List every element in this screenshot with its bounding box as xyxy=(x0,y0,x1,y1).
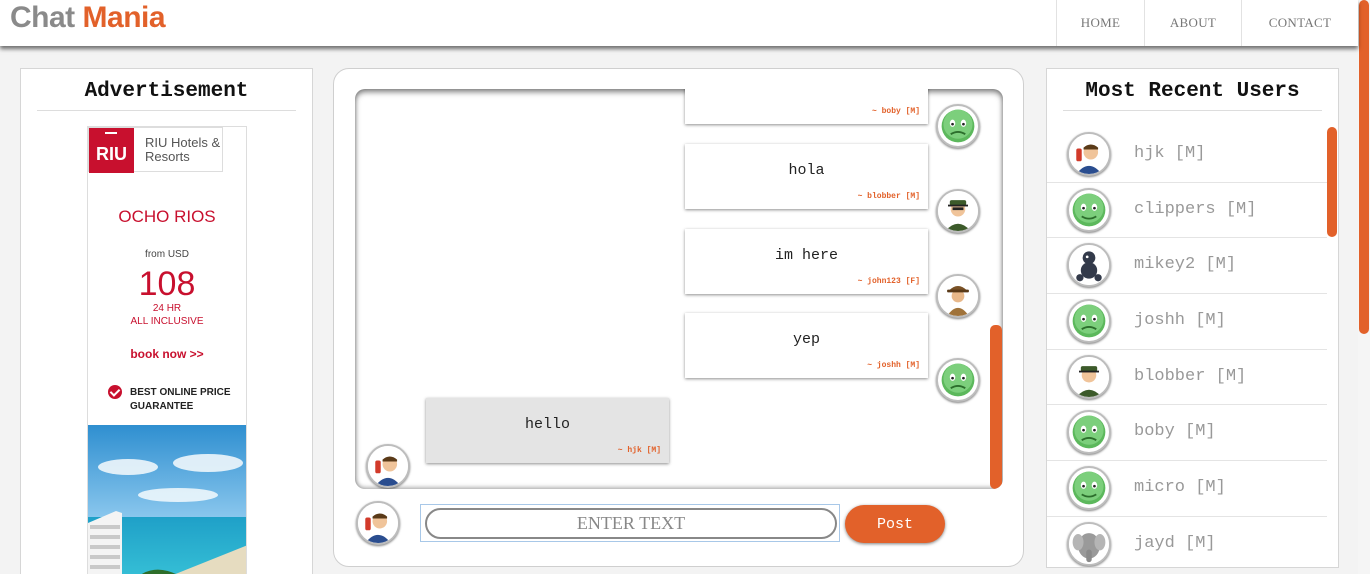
user-name: boby [M] xyxy=(1134,422,1216,442)
ad-book-now-link[interactable]: book now >> xyxy=(88,347,246,361)
green-smiley-icon[interactable] xyxy=(936,358,980,402)
green-smiley-icon xyxy=(1067,299,1111,344)
user-list-item[interactable]: boby [M] xyxy=(1047,405,1327,462)
elephant-icon xyxy=(1067,521,1111,566)
chat-text-input[interactable] xyxy=(425,508,837,539)
user-name: clippers [M] xyxy=(1134,199,1257,219)
site-logo[interactable]: Chat Mania xyxy=(10,1,166,35)
main-nav: HOME ABOUT CONTACT xyxy=(1056,0,1358,46)
ad-price: 108 xyxy=(138,265,196,303)
message-text: im here xyxy=(774,247,838,264)
nav-contact-link[interactable]: CONTACT xyxy=(1241,0,1358,46)
detective-icon[interactable] xyxy=(936,274,980,318)
user-name: hjk [M] xyxy=(1134,144,1206,163)
page-scrollbar-thumb[interactable] xyxy=(1359,0,1369,334)
green-smiley-icon xyxy=(1067,410,1111,455)
message-text: hola xyxy=(788,162,825,179)
message-author: ~ hjk [M] xyxy=(617,446,661,455)
recent-users-panel: Most Recent Users hjk [M] clippers [M] m… xyxy=(1046,68,1339,568)
chat-message: hello ~ hjk [M] xyxy=(426,398,669,463)
businessman-phone-icon xyxy=(1067,132,1111,176)
chat-messages-area[interactable]: ~ boby [M] hola ~ blobber [M] im here ~ … xyxy=(355,89,1003,489)
ad-city: OCHO RIOS xyxy=(118,207,216,226)
ad-hours: 24 HR xyxy=(152,303,182,314)
businessman-phone-icon xyxy=(356,501,400,545)
user-name: mikey2 [M] xyxy=(1134,255,1237,275)
message-author: ~ boby [M] xyxy=(871,107,920,116)
user-list-item[interactable]: clippers [M] xyxy=(1047,183,1327,239)
chat-scrollbar-thumb[interactable] xyxy=(990,325,1002,489)
green-smiley-icon xyxy=(1067,466,1111,511)
riu-logo: RIU xyxy=(89,128,134,173)
ad-guarantee: BEST ONLINE PRICE GUARANTEE xyxy=(130,387,231,412)
divider xyxy=(1063,110,1322,111)
post-button[interactable]: Post xyxy=(845,505,945,543)
green-smiley-icon[interactable] xyxy=(936,104,980,148)
user-list-item[interactable]: joshh [M] xyxy=(1047,294,1327,350)
nav-home-link[interactable]: HOME xyxy=(1056,0,1144,46)
user-list-item[interactable]: micro [M] xyxy=(1047,461,1327,517)
chat-message: im here ~ john123 [F] xyxy=(685,229,928,294)
user-name: micro [M] xyxy=(1134,478,1226,498)
ad-from-label: from USD xyxy=(145,249,189,260)
users-list[interactable]: hjk [M] clippers [M] mikey2 [M] joshh [M… xyxy=(1047,127,1327,567)
chat-panel: ~ boby [M] hola ~ blobber [M] im here ~ … xyxy=(333,68,1024,567)
user-name: blobber [M] xyxy=(1134,366,1247,386)
user-name: joshh [M] xyxy=(1134,311,1226,331)
green-smiley-icon xyxy=(1067,187,1111,232)
users-scrollbar-thumb[interactable] xyxy=(1327,127,1337,237)
checkmark-icon xyxy=(108,385,122,399)
user-list-item[interactable]: blobber [M] xyxy=(1047,350,1327,406)
poodle-icon xyxy=(1067,243,1111,288)
officer-icon[interactable] xyxy=(936,189,980,233)
ad-beach-photo xyxy=(88,425,246,574)
crown-icon xyxy=(105,132,117,138)
user-list-item[interactable]: hjk [M] xyxy=(1047,127,1327,183)
riu-logo-text: RIU xyxy=(96,144,127,164)
message-author: ~ blobber [M] xyxy=(857,192,920,201)
user-name: jayd [M] xyxy=(1134,533,1216,553)
top-header: Chat Mania HOME ABOUT CONTACT xyxy=(0,0,1358,46)
businessman-phone-icon[interactable] xyxy=(366,444,410,488)
recent-users-title: Most Recent Users xyxy=(1085,80,1300,103)
message-author: ~ joshh [M] xyxy=(867,361,920,370)
ad-brand-name: RIU Hotels & Resorts xyxy=(145,135,221,164)
chat-input-wrapper xyxy=(420,504,840,542)
logo-text-chat: Chat xyxy=(10,1,75,34)
chat-message: ~ boby [M] xyxy=(685,89,928,124)
chat-message: hola ~ blobber [M] xyxy=(685,144,928,209)
nav-about-link[interactable]: ABOUT xyxy=(1144,0,1241,46)
logo-text-mania: Mania xyxy=(82,1,166,34)
user-list-item[interactable]: mikey2 [M] xyxy=(1047,238,1327,295)
ad-banner[interactable]: RIU RIU Hotels & Resorts OCHO RIOS from … xyxy=(87,126,247,574)
user-list-item[interactable]: jayd [M] xyxy=(1047,517,1327,567)
advertisement-panel: Advertisement RIU RIU Hotels & Resorts O… xyxy=(20,68,313,574)
page-scrollbar[interactable] xyxy=(1358,0,1370,574)
advertisement-title: Advertisement xyxy=(84,80,249,103)
ad-brand-row: RIU RIU Hotels & Resorts xyxy=(88,127,223,173)
message-text: yep xyxy=(792,331,820,348)
chat-message: yep ~ joshh [M] xyxy=(685,313,928,378)
officer-icon xyxy=(1067,354,1111,399)
divider xyxy=(37,110,296,111)
message-author: ~ john123 [F] xyxy=(857,277,920,286)
message-text: hello xyxy=(524,416,570,433)
ad-inclusive: ALL INCLUSIVE xyxy=(130,316,204,327)
